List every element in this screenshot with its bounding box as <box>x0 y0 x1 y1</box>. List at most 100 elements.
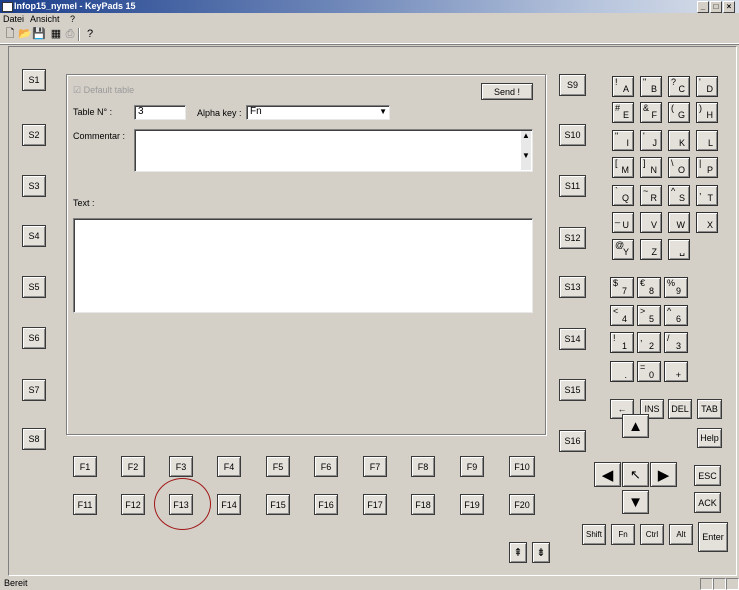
key-j[interactable]: ' J <box>640 130 662 151</box>
ack-button[interactable]: ACK <box>694 492 721 513</box>
fkey-f20[interactable]: F20 <box>509 494 535 515</box>
key-z[interactable]: Z <box>640 239 662 260</box>
arrow-down-button[interactable]: ▼ <box>622 490 649 514</box>
fkey-f16[interactable]: F16 <box>314 494 338 515</box>
fkey-f4[interactable]: F4 <box>217 456 241 477</box>
key-u[interactable]: _ U <box>612 212 634 233</box>
key-s[interactable]: ^ S <box>668 185 690 206</box>
key-r[interactable]: ~ R <box>640 185 662 206</box>
softkey-s4[interactable]: S4 <box>22 225 46 247</box>
key-m[interactable]: [M <box>612 157 634 178</box>
key-y[interactable]: @ Y <box>612 239 634 260</box>
arrow-left-button[interactable]: ◀ <box>594 462 621 487</box>
softkey-s15[interactable]: S15 <box>559 379 586 401</box>
key-6[interactable]: ^ 6 <box>664 305 688 326</box>
default-table-checkbox[interactable]: ☑ Default table <box>73 85 134 96</box>
esc-button[interactable]: ESC <box>694 465 721 486</box>
text-field[interactable] <box>73 218 533 313</box>
print-icon[interactable]: ⎙ <box>64 28 76 40</box>
open-folder-icon[interactable]: 📂 <box>18 28 32 40</box>
home-button[interactable]: ↖ <box>622 462 649 487</box>
fkey-f8[interactable]: F8 <box>411 456 435 477</box>
key-e[interactable]: # E <box>612 102 634 123</box>
table-number-field[interactable]: 3 <box>134 105 186 120</box>
page-up-button[interactable]: ⇞ <box>509 542 527 563</box>
key-dot[interactable]: . <box>610 361 634 382</box>
menu-datei[interactable]: Datei <box>3 14 24 24</box>
alt-button[interactable]: Alt <box>669 524 693 545</box>
minimize-button[interactable]: _ <box>697 1 709 13</box>
key-o[interactable]: \ O <box>668 157 690 178</box>
commentar-scrollbar[interactable]: ▲ ▼ <box>521 131 531 170</box>
key-3[interactable]: /3 <box>664 332 688 353</box>
fkey-f14[interactable]: F14 <box>217 494 241 515</box>
ctrl-button[interactable]: Ctrl <box>640 524 664 545</box>
menu-help[interactable]: ? <box>70 14 75 24</box>
key-7[interactable]: $7 <box>610 277 634 298</box>
key-p[interactable]: | P <box>696 157 718 178</box>
fkey-f19[interactable]: F19 <box>460 494 484 515</box>
key-q[interactable]: ` Q <box>612 185 634 206</box>
maximize-button[interactable]: □ <box>710 1 722 13</box>
softkey-s2[interactable]: S2 <box>22 124 46 146</box>
menu-ansicht[interactable]: Ansicht <box>30 14 60 24</box>
fkey-f1[interactable]: F1 <box>73 456 97 477</box>
softkey-s12[interactable]: S12 <box>559 227 586 249</box>
key-i[interactable]: " I <box>612 130 634 151</box>
key-k[interactable]: K <box>668 130 690 151</box>
help-icon[interactable]: ? <box>84 28 96 40</box>
arrow-up-button[interactable]: ▲ <box>622 414 649 438</box>
key-5[interactable]: >5 <box>637 305 661 326</box>
enter-button[interactable]: Enter <box>698 522 728 552</box>
key-v[interactable]: V <box>640 212 662 233</box>
softkey-s11[interactable]: S11 <box>559 175 586 197</box>
key-d[interactable]: ' D <box>696 76 718 97</box>
key-1[interactable]: ! 1 <box>610 332 634 353</box>
shift-button[interactable]: Shift <box>582 524 606 545</box>
fkey-f7[interactable]: F7 <box>363 456 387 477</box>
key-a[interactable]: ! A <box>612 76 634 97</box>
fkey-f17[interactable]: F17 <box>363 494 387 515</box>
softkey-s5[interactable]: S5 <box>22 276 46 298</box>
key-0[interactable]: = 0 <box>637 361 661 382</box>
tab-button[interactable]: TAB <box>697 399 722 419</box>
softkey-s13[interactable]: S13 <box>559 276 586 298</box>
fkey-f15[interactable]: F15 <box>266 494 290 515</box>
key-w[interactable]: W <box>668 212 690 233</box>
fkey-f9[interactable]: F9 <box>460 456 484 477</box>
fkey-f6[interactable]: F6 <box>314 456 338 477</box>
key-f[interactable]: & F <box>640 102 662 123</box>
fkey-f12[interactable]: F12 <box>121 494 145 515</box>
fkey-f11[interactable]: F11 <box>73 494 97 515</box>
key-c[interactable]: ? C <box>668 76 690 97</box>
page-down-button[interactable]: ⇟ <box>532 542 550 563</box>
key-g[interactable]: (G <box>668 102 690 123</box>
softkey-s6[interactable]: S6 <box>22 327 46 349</box>
key-n[interactable]: ] N <box>640 157 662 178</box>
save-icon[interactable]: 💾 <box>32 28 46 40</box>
softkey-s3[interactable]: S3 <box>22 175 46 197</box>
key-l[interactable]: L <box>696 130 718 151</box>
key-4[interactable]: <4 <box>610 305 634 326</box>
softkey-s1[interactable]: S1 <box>22 69 46 91</box>
fkey-f2[interactable]: F2 <box>121 456 145 477</box>
fkey-f3[interactable]: F3 <box>169 456 193 477</box>
arrow-right-button[interactable]: ▶ <box>650 462 677 487</box>
softkey-s14[interactable]: S14 <box>559 328 586 350</box>
table-icon[interactable]: ▦ <box>50 28 62 40</box>
softkey-s16[interactable]: S16 <box>559 430 586 452</box>
key-2[interactable]: ,2 <box>637 332 661 353</box>
key-9[interactable]: % 9 <box>664 277 688 298</box>
alpha-key-dropdown[interactable]: Fn ▼ <box>246 105 390 120</box>
new-file-icon[interactable]: 🗋 <box>4 28 16 40</box>
key-space[interactable]: ␣ <box>668 239 690 260</box>
fn-button[interactable]: Fn <box>611 524 635 545</box>
fkey-f5[interactable]: F5 <box>266 456 290 477</box>
softkey-s8[interactable]: S8 <box>22 428 46 450</box>
softkey-s9[interactable]: S9 <box>559 74 586 96</box>
key-8[interactable]: €8 <box>637 277 661 298</box>
close-button[interactable]: × <box>723 1 735 13</box>
help-button[interactable]: Help <box>697 428 722 448</box>
key-h[interactable]: ) H <box>696 102 718 123</box>
fkey-f18[interactable]: F18 <box>411 494 435 515</box>
